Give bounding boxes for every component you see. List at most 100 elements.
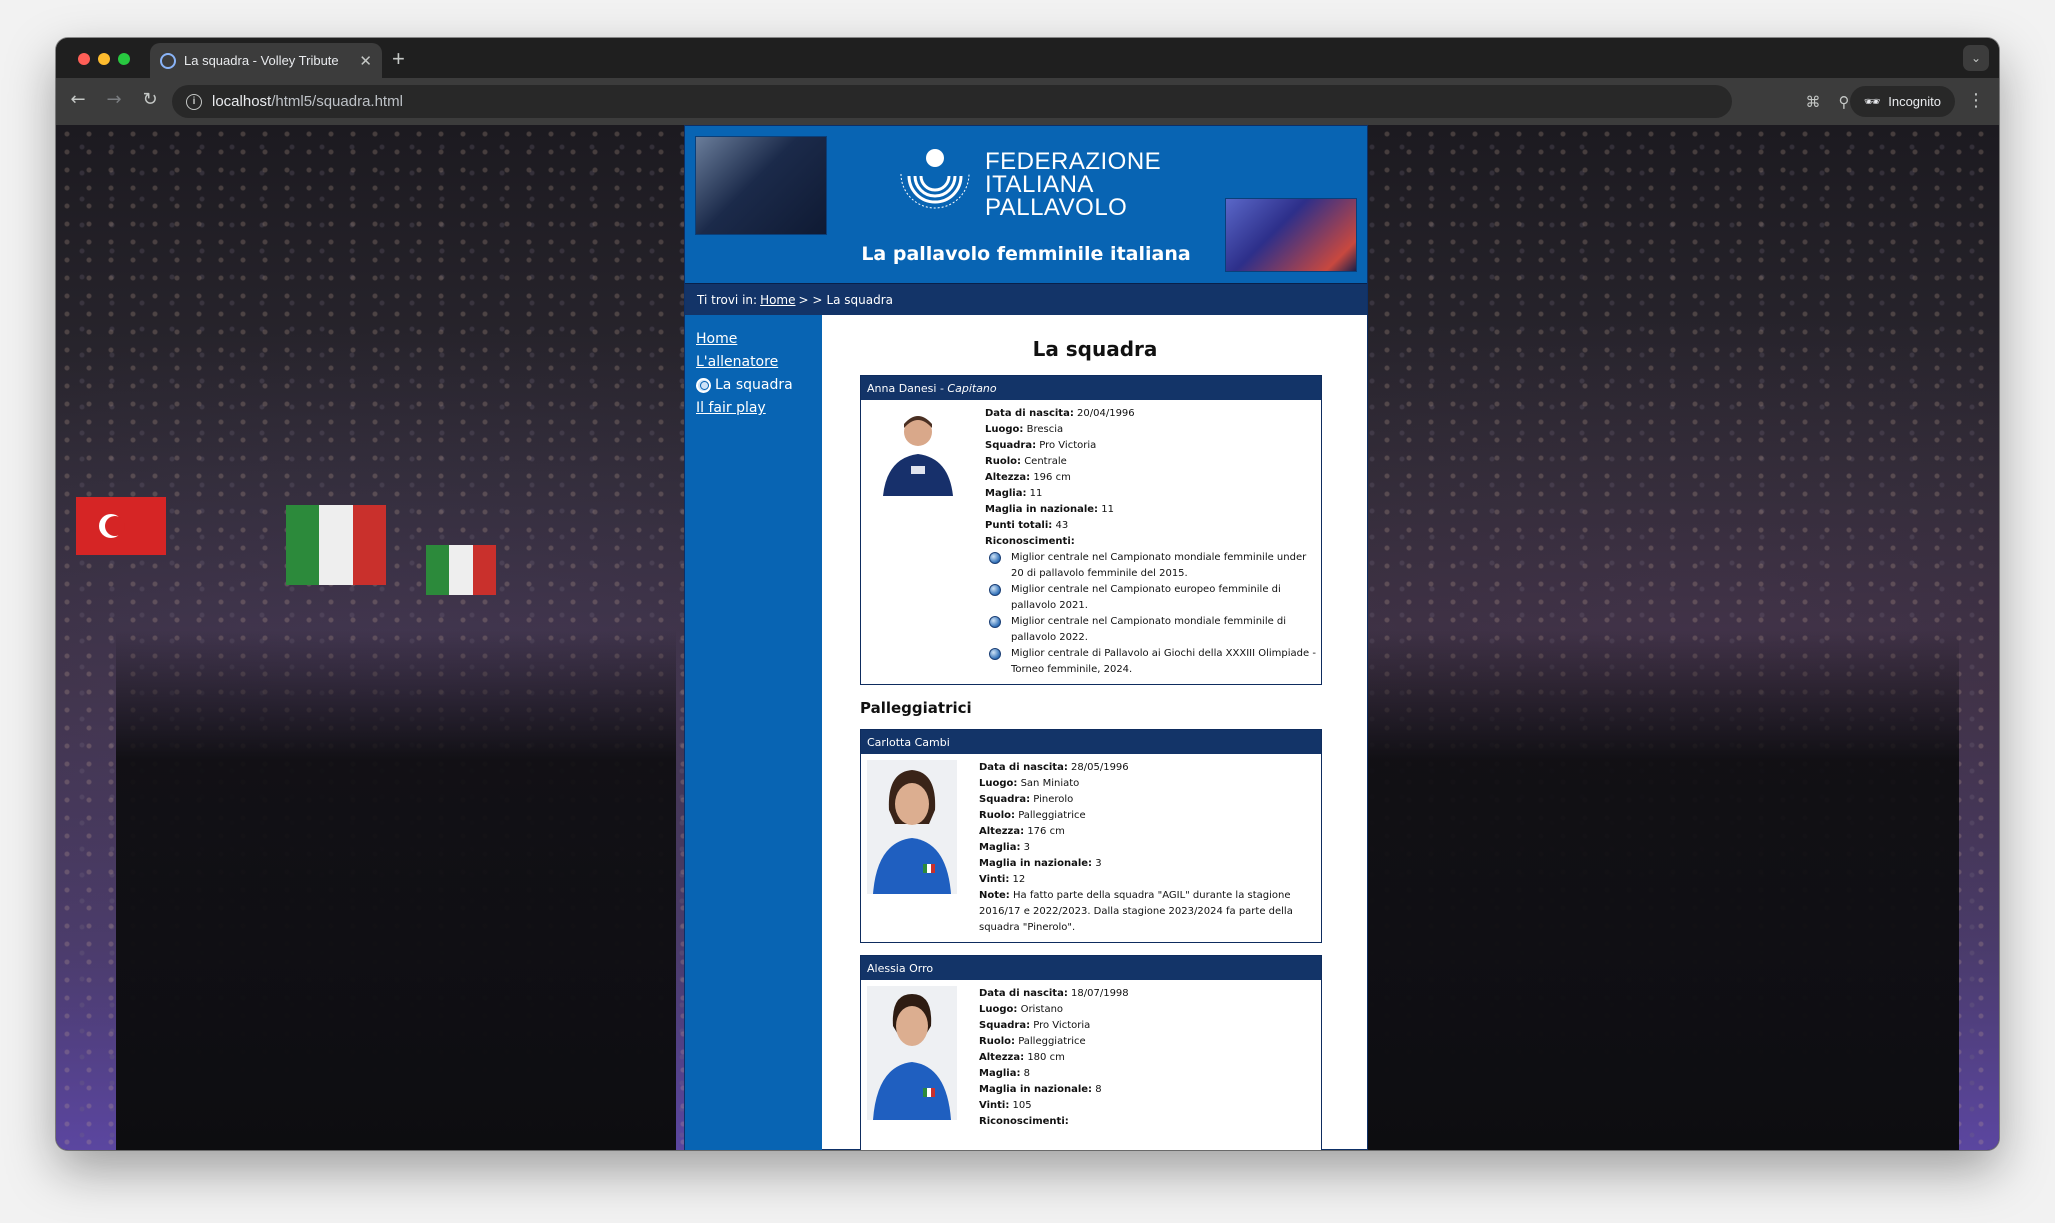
incognito-label: Incognito bbox=[1888, 94, 1941, 109]
active-tab[interactable]: La squadra - Volley Tribute ✕ bbox=[150, 43, 382, 78]
player-card-cambi: Carlotta Cambi Data di nascita: 28/05/19… bbox=[860, 729, 1322, 943]
field-label: Squadra: bbox=[979, 1020, 1031, 1031]
award-item: Miglior centrale nel Campionato europeo … bbox=[989, 582, 1319, 614]
italy-flag-image-2 bbox=[426, 545, 496, 595]
field-value: Oristano bbox=[1020, 1004, 1064, 1015]
zoom-icon[interactable]: ⚲ bbox=[1839, 93, 1850, 111]
header-photo-left bbox=[695, 136, 827, 235]
browser-window: La squadra - Volley Tribute ✕ + ⌄ ← → ↻ … bbox=[56, 38, 1999, 1150]
team-celebration-right-image bbox=[1359, 630, 1959, 1150]
field-label: Luogo: bbox=[979, 1004, 1018, 1015]
italy-flag-image bbox=[286, 505, 386, 585]
breadcrumb-separator: > > bbox=[798, 292, 823, 307]
field-label: Luogo: bbox=[985, 424, 1024, 435]
player-info: Data di nascita: 28/05/1996 Luogo: San M… bbox=[979, 760, 1315, 936]
turkey-flag-image bbox=[76, 497, 166, 555]
field-value: Pinerolo bbox=[1033, 794, 1074, 805]
player-info: Data di nascita: 18/07/1998 Luogo: Orist… bbox=[979, 986, 1129, 1150]
field-value: 43 bbox=[1055, 520, 1069, 531]
field-value: Brescia bbox=[1026, 424, 1064, 435]
field-value: 20/04/1996 bbox=[1077, 408, 1135, 419]
sidebar-item-allenatore[interactable]: L'allenatore bbox=[696, 354, 811, 370]
field-value: 18/07/1998 bbox=[1071, 988, 1129, 999]
federation-line-3: PALLAVOLO bbox=[985, 194, 1128, 221]
site-page: FEDERAZIONE ITALIANA PALLAVOLO La pallav… bbox=[684, 125, 1368, 1150]
field-label: Data di nascita: bbox=[979, 762, 1068, 773]
site-info-icon[interactable]: i bbox=[186, 93, 202, 110]
breadcrumb-current: La squadra bbox=[826, 292, 894, 307]
tab-title: La squadra - Volley Tribute bbox=[184, 53, 339, 68]
player-name: Carlotta Cambi bbox=[867, 735, 950, 749]
forward-icon[interactable]: → bbox=[102, 89, 126, 110]
player-photo-image bbox=[873, 406, 963, 496]
field-label: Vinti: bbox=[979, 874, 1010, 885]
breadcrumb-home-link[interactable]: Home bbox=[760, 293, 795, 307]
breadcrumb: Ti trovi in: Home > > La squadra bbox=[685, 283, 1367, 315]
browser-menu-icon[interactable]: ⋮ bbox=[1967, 90, 1985, 111]
award-item: Miglior centrale nel Campionato mondiale… bbox=[989, 614, 1319, 646]
back-icon[interactable]: ← bbox=[66, 89, 90, 110]
maximize-window-icon[interactable] bbox=[118, 53, 130, 65]
player-card-body: Data di nascita: 20/04/1996 Luogo: Bresc… bbox=[861, 400, 1321, 684]
sidebar-item-label: La squadra bbox=[715, 377, 793, 393]
field-label: Data di nascita: bbox=[979, 988, 1068, 999]
tab-close-icon[interactable]: ✕ bbox=[359, 52, 372, 70]
field-value: 11 bbox=[1029, 488, 1043, 499]
player-photo bbox=[873, 406, 963, 496]
field-label: Note: bbox=[979, 890, 1010, 901]
player-name: Alessia Orro bbox=[867, 961, 934, 975]
awards-list: Miglior centrale nel Campionato mondiale… bbox=[989, 550, 1319, 678]
address-bar[interactable]: i localhost/html5/squadra.html bbox=[172, 85, 1732, 118]
field-label: Altezza: bbox=[985, 472, 1031, 483]
player-card-body: Data di nascita: 28/05/1996 Luogo: San M… bbox=[861, 754, 1321, 942]
incognito-icon: 🕶 bbox=[1863, 93, 1881, 109]
breadcrumb-prefix: Ti trovi in: bbox=[697, 292, 758, 307]
minimize-window-icon[interactable] bbox=[98, 53, 110, 65]
player-name: Anna Danesi bbox=[867, 381, 937, 395]
field-label: Altezza: bbox=[979, 826, 1025, 837]
field-label: Vinti: bbox=[979, 1100, 1010, 1111]
incognito-badge[interactable]: 🕶 Incognito bbox=[1849, 86, 1955, 117]
award-item: Miglior centrale nel Campionato mondiale… bbox=[989, 550, 1319, 582]
field-label: Maglia in nazionale: bbox=[985, 504, 1099, 515]
field-label: Data di nascita: bbox=[985, 408, 1074, 419]
player-photo-image bbox=[867, 760, 957, 894]
federation-line-2: ITALIANA bbox=[985, 171, 1094, 198]
federation-name: FEDERAZIONE ITALIANA PALLAVOLO bbox=[985, 150, 1161, 221]
site-header: FEDERAZIONE ITALIANA PALLAVOLO La pallav… bbox=[685, 126, 1367, 283]
field-value: 12 bbox=[1012, 874, 1026, 885]
field-label: Altezza: bbox=[979, 1052, 1025, 1063]
player-card-header: Anna Danesi - Capitano bbox=[861, 376, 1321, 400]
sidebar-item-home[interactable]: Home bbox=[696, 331, 811, 347]
player-photo-image bbox=[867, 986, 957, 1120]
favicon-icon bbox=[160, 52, 176, 69]
sidebar-item-squadra[interactable]: La squadra bbox=[696, 377, 811, 393]
player-role-tag: Capitano bbox=[947, 381, 997, 395]
reload-icon[interactable]: ↻ bbox=[138, 89, 162, 110]
url-path: /html5/squadra.html bbox=[271, 93, 403, 110]
new-tab-icon[interactable]: + bbox=[392, 46, 405, 72]
fipav-logo-icon bbox=[900, 149, 970, 209]
field-value: 8 bbox=[1095, 1084, 1102, 1095]
player-card-danesi: Anna Danesi - Capitano Data di nascita: … bbox=[860, 375, 1322, 685]
field-label: Ruolo: bbox=[985, 456, 1021, 467]
player-photo bbox=[867, 760, 957, 894]
page-viewport: FEDERAZIONE ITALIANA PALLAVOLO La pallav… bbox=[56, 125, 1999, 1150]
field-value: 180 cm bbox=[1027, 1052, 1065, 1063]
tab-search-icon[interactable]: ⌄ bbox=[1963, 45, 1989, 71]
field-label: Ruolo: bbox=[979, 1036, 1015, 1047]
translate-icon[interactable]: ⌘ bbox=[1806, 93, 1821, 111]
close-window-icon[interactable] bbox=[78, 53, 90, 65]
field-label: Riconoscimenti: bbox=[979, 1116, 1069, 1127]
field-label: Squadra: bbox=[985, 440, 1037, 451]
field-value: 8 bbox=[1023, 1068, 1031, 1079]
field-value: 196 cm bbox=[1033, 472, 1071, 483]
field-value: 3 bbox=[1023, 842, 1031, 853]
field-label: Luogo: bbox=[979, 778, 1018, 789]
window-controls bbox=[78, 53, 130, 65]
player-card-header: Alessia Orro bbox=[861, 956, 1321, 980]
sidebar-item-fair-play[interactable]: Il fair play bbox=[696, 400, 811, 416]
award-item: Miglior centrale di Pallavolo ai Giochi … bbox=[989, 646, 1319, 678]
field-value: San Miniato bbox=[1020, 778, 1080, 789]
field-value: Pro Victoria bbox=[1033, 1020, 1091, 1031]
